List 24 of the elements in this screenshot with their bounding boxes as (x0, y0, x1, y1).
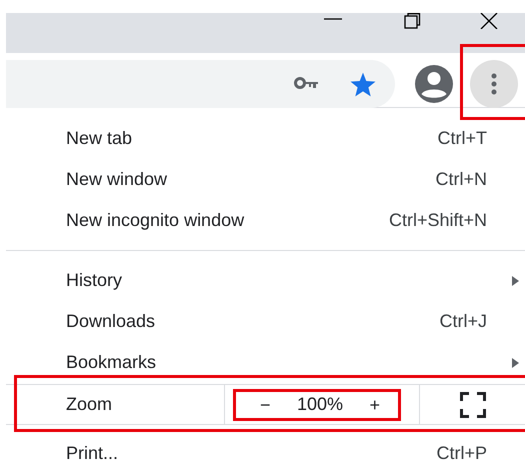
menu-item[interactable]: Print... Ctrl+P (6, 433, 525, 473)
menu-item[interactable]: New incognito window Ctrl+Shift+N (6, 200, 525, 241)
shortcut-text: Ctrl+T (438, 127, 487, 150)
star-icon[interactable] (350, 72, 376, 96)
account-avatar-icon[interactable] (415, 65, 453, 103)
menu-item[interactable]: New window Ctrl+N (6, 159, 525, 200)
menu-item[interactable]: Bookmarks (6, 342, 525, 383)
menu-item[interactable]: Downloads Ctrl+J (6, 301, 525, 342)
shortcut-text: Ctrl+J (439, 310, 487, 333)
fullscreen-icon[interactable] (460, 392, 486, 418)
zoom-out-button[interactable]: − (256, 396, 275, 414)
shortcut-text: Ctrl+Shift+N (388, 209, 487, 232)
key-icon[interactable] (294, 77, 320, 91)
zoom-level-text: 100% (296, 393, 344, 416)
menu-item[interactable]: History (6, 260, 525, 301)
menu-button[interactable] (470, 60, 518, 108)
menu-item[interactable]: New tab Ctrl+T (6, 118, 525, 159)
menu-icon (491, 73, 497, 95)
menu-item-label: Zoom (65, 393, 114, 416)
close-icon[interactable] (480, 13, 498, 29)
zoom-in-button[interactable]: + (365, 396, 384, 414)
restore-icon[interactable] (403, 13, 423, 29)
shortcut-text: Ctrl+P (436, 442, 487, 465)
shortcut-text: Ctrl+N (435, 168, 487, 191)
